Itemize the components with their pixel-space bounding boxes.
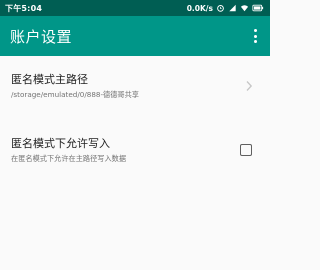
pref-title: 匿名模式下允许写入 [11,136,110,150]
status-bar: 下午5:04 0.0K/s [0,0,270,16]
pref-title: 匿名模式主路径 [11,72,88,86]
wifi-icon [240,5,249,12]
page-title: 账户设置 [10,27,73,46]
chevron-right-icon [246,81,253,91]
alarm-icon [217,5,224,12]
pref-summary: 在匿名模式下允许在主路径写入数据 [11,153,127,163]
battery-icon [252,4,264,12]
status-time: 下午5:04 [5,3,43,13]
signal-icon [229,4,236,12]
pref-summary: /storage/emulated/0/888-德德哥共享 [11,89,139,99]
status-icons: 0.0K/s [187,4,264,13]
pref-anonymous-allow-write[interactable]: 匿名模式下允许写入 在匿名模式下允许在主路径写入数据 [0,134,270,166]
pref-anonymous-main-path[interactable]: 匿名模式主路径 /storage/emulated/0/888-德德哥共享 [0,66,270,106]
network-speed: 0.0K/s [186,3,213,13]
more-vertical-icon[interactable] [248,26,262,46]
app-bar: 账户设置 [0,16,270,56]
allow-write-checkbox[interactable] [240,144,252,156]
